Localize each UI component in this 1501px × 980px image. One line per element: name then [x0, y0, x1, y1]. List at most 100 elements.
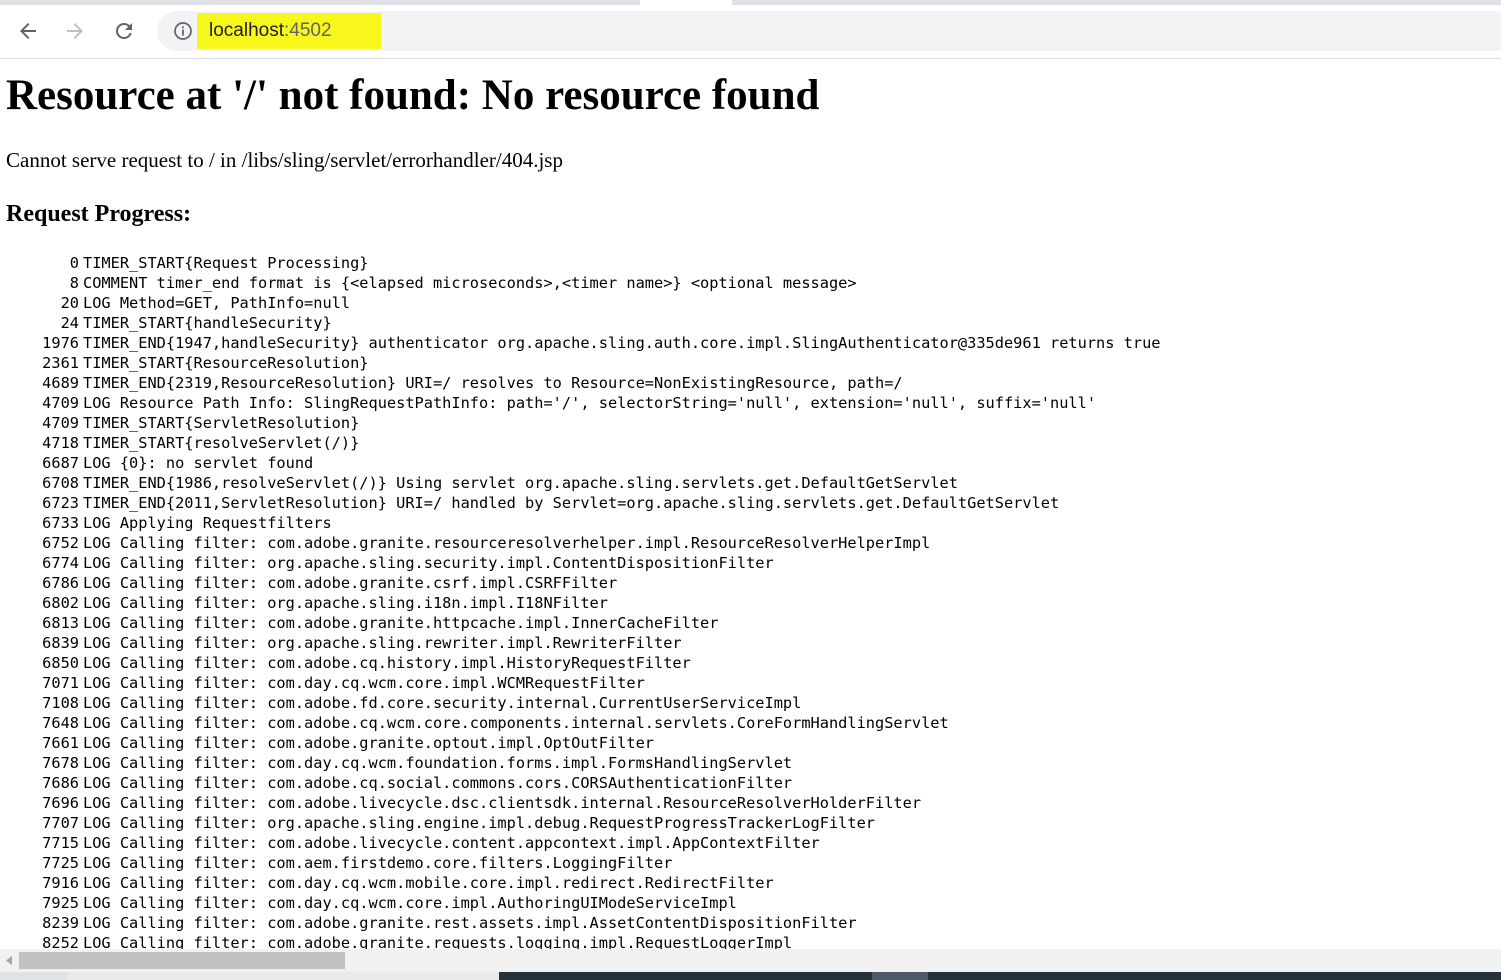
progress-message: LOG Calling filter: com.adobe.livecycle.…	[83, 834, 820, 852]
os-taskbar	[0, 972, 1501, 980]
progress-timestamp: 6813	[42, 614, 79, 632]
progress-message: TIMER_START{resolveServlet(/)}	[83, 434, 360, 452]
scroll-left-button[interactable]	[0, 949, 17, 972]
back-button[interactable]	[12, 15, 44, 47]
progress-line: 2361 TIMER_START{ResourceResolution}	[34, 353, 1161, 373]
progress-timestamp: 2361	[42, 354, 79, 372]
progress-line: 6708 TIMER_END{1986,resolveServlet(/)} Us…	[34, 473, 1161, 493]
progress-line: 7725 LOG Calling filter: com.aem.firstdem…	[34, 853, 1161, 873]
progress-line: 0 TIMER_START{Request Processing}	[34, 253, 1161, 273]
progress-message: TIMER_END{2011,ServletResolution} URI=/ …	[83, 494, 1060, 512]
progress-timestamp: 7648	[42, 714, 79, 732]
progress-line: 7661 LOG Calling filter: com.adobe.granit…	[34, 733, 1161, 753]
progress-timestamp: 7678	[42, 754, 79, 772]
progress-timestamp: 4709	[42, 414, 79, 432]
progress-timestamp: 6733	[42, 514, 79, 532]
taskbar-search-area[interactable]	[67, 972, 499, 980]
progress-line: 7715 LOG Calling filter: com.adobe.livecy…	[34, 833, 1161, 853]
progress-line: 6786 LOG Calling filter: com.adobe.granit…	[34, 573, 1161, 593]
progress-message: LOG Method=GET, PathInfo=null	[83, 294, 351, 312]
progress-line: 20 LOG Method=GET, PathInfo=null	[34, 293, 1161, 313]
url-host: localhost	[209, 20, 284, 41]
progress-line: 7696 LOG Calling filter: com.adobe.livecy…	[34, 793, 1161, 813]
url-port: :4502	[284, 20, 332, 41]
progress-message: LOG Resource Path Info: SlingRequestPath…	[83, 394, 1097, 412]
progress-message: LOG {0}: no servlet found	[83, 454, 314, 472]
progress-timestamp: 7686	[42, 774, 79, 792]
progress-timestamp: 1976	[42, 334, 79, 352]
progress-line: 7678 LOG Calling filter: com.day.cq.wcm.f…	[34, 753, 1161, 773]
progress-message: TIMER_START{Request Processing}	[83, 254, 369, 272]
progress-message: LOG Calling filter: com.adobe.granite.ht…	[83, 614, 719, 632]
forward-button[interactable]	[59, 15, 91, 47]
progress-message: LOG Calling filter: com.adobe.livecycle.…	[83, 794, 922, 812]
progress-timestamp: 6850	[42, 654, 79, 672]
progress-line: 7707 LOG Calling filter: org.apache.sling…	[34, 813, 1161, 833]
reload-button[interactable]	[108, 15, 140, 47]
progress-timestamp: 6774	[42, 554, 79, 572]
progress-timestamp: 20	[60, 294, 79, 312]
url-text[interactable]: localhost:4502	[209, 20, 332, 42]
progress-timestamp: 8239	[42, 914, 79, 932]
progress-line: 4709 LOG Resource Path Info: SlingRequest…	[34, 393, 1161, 413]
progress-message: LOG Calling filter: com.adobe.cq.history…	[83, 654, 691, 672]
progress-timestamp: 8	[69, 274, 79, 292]
progress-timestamp: 7108	[42, 694, 79, 712]
progress-line: 6752 LOG Calling filter: com.adobe.granit…	[34, 533, 1161, 553]
progress-message: LOG Calling filter: com.day.cq.wcm.found…	[83, 754, 793, 772]
progress-timestamp: 6723	[42, 494, 79, 512]
progress-heading: Request Progress:	[6, 201, 192, 227]
progress-message: LOG Calling filter: com.adobe.fd.core.se…	[83, 694, 802, 712]
progress-message: LOG Calling filter: com.day.cq.wcm.core.…	[83, 674, 645, 692]
progress-line: 6687 LOG {0}: no servlet found	[34, 453, 1161, 473]
taskbar-app-button[interactable]	[872, 972, 928, 980]
progress-message: LOG Calling filter: com.adobe.granite.re…	[83, 534, 931, 552]
progress-line: 6723 TIMER_END{2011,ServletResolution} UR…	[34, 493, 1161, 513]
progress-timestamp: 6839	[42, 634, 79, 652]
progress-timestamp: 4689	[42, 374, 79, 392]
progress-line: 8239 LOG Calling filter: com.adobe.granit…	[34, 913, 1161, 933]
progress-timestamp: 7707	[42, 814, 79, 832]
progress-message: LOG Calling filter: org.apache.sling.rew…	[83, 634, 682, 652]
progress-timestamp: 6802	[42, 594, 79, 612]
progress-timestamp: 0	[69, 254, 79, 272]
progress-message: LOG Calling filter: com.adobe.granite.cs…	[83, 574, 618, 592]
back-icon	[20, 23, 36, 39]
taskbar-start-area[interactable]	[0, 972, 67, 980]
progress-message: COMMENT timer_end format is {<elapsed mi…	[83, 274, 857, 292]
progress-message: LOG Calling filter: com.aem.firstdemo.co…	[83, 854, 673, 872]
browser-toolbar: localhost:4502	[0, 5, 1501, 59]
progress-timestamp: 7715	[42, 834, 79, 852]
forward-icon	[67, 23, 83, 39]
progress-line: 8 COMMENT timer_end format is {<elapsed m…	[34, 273, 1161, 293]
progress-line: 7071 LOG Calling filter: com.day.cq.wcm.c…	[34, 673, 1161, 693]
progress-message: TIMER_END{1986,resolveServlet(/)} Using …	[83, 474, 958, 492]
address-bar[interactable]: localhost:4502	[157, 11, 1501, 51]
error-description: Cannot serve request to / in /libs/sling…	[6, 148, 563, 172]
progress-message: TIMER_END{2319,ResourceResolution} URI=/…	[83, 374, 903, 392]
reload-icon	[115, 22, 132, 39]
progress-message: TIMER_END{1947,handleSecurity} authentic…	[83, 334, 1161, 352]
progress-timestamp: 4709	[42, 394, 79, 412]
progress-timestamp: 6752	[42, 534, 79, 552]
progress-timestamp: 4718	[42, 434, 79, 452]
horizontal-scrollbar[interactable]	[0, 949, 1501, 972]
progress-line: 6733 LOG Applying Requestfilters	[34, 513, 1161, 533]
scrollbar-thumb[interactable]	[19, 952, 345, 969]
progress-timestamp: 7916	[42, 874, 79, 892]
info-icon[interactable]	[173, 21, 193, 41]
progress-message: LOG Calling filter: com.day.cq.wcm.mobil…	[83, 874, 774, 892]
progress-message: LOG Applying Requestfilters	[83, 514, 332, 532]
progress-line: 6813 LOG Calling filter: com.adobe.granit…	[34, 613, 1161, 633]
progress-line: 7108 LOG Calling filter: com.adobe.fd.cor…	[34, 693, 1161, 713]
progress-line: 4709 TIMER_START{ServletResolution}	[34, 413, 1161, 433]
progress-message: LOG Calling filter: com.adobe.cq.wcm.cor…	[83, 714, 949, 732]
progress-line: 6774 LOG Calling filter: org.apache.sling…	[34, 553, 1161, 573]
progress-line: 4689 TIMER_END{2319,ResourceResolution} U…	[34, 373, 1161, 393]
progress-message: LOG Calling filter: org.apache.sling.i18…	[83, 594, 608, 612]
progress-line: 7648 LOG Calling filter: com.adobe.cq.wcm…	[34, 713, 1161, 733]
progress-timestamp: 7925	[42, 894, 79, 912]
request-progress-log: 0 TIMER_START{Request Processing} 8 COMMENT…	[34, 253, 1161, 953]
scroll-left-icon	[5, 956, 12, 965]
progress-timestamp: 7696	[42, 794, 79, 812]
